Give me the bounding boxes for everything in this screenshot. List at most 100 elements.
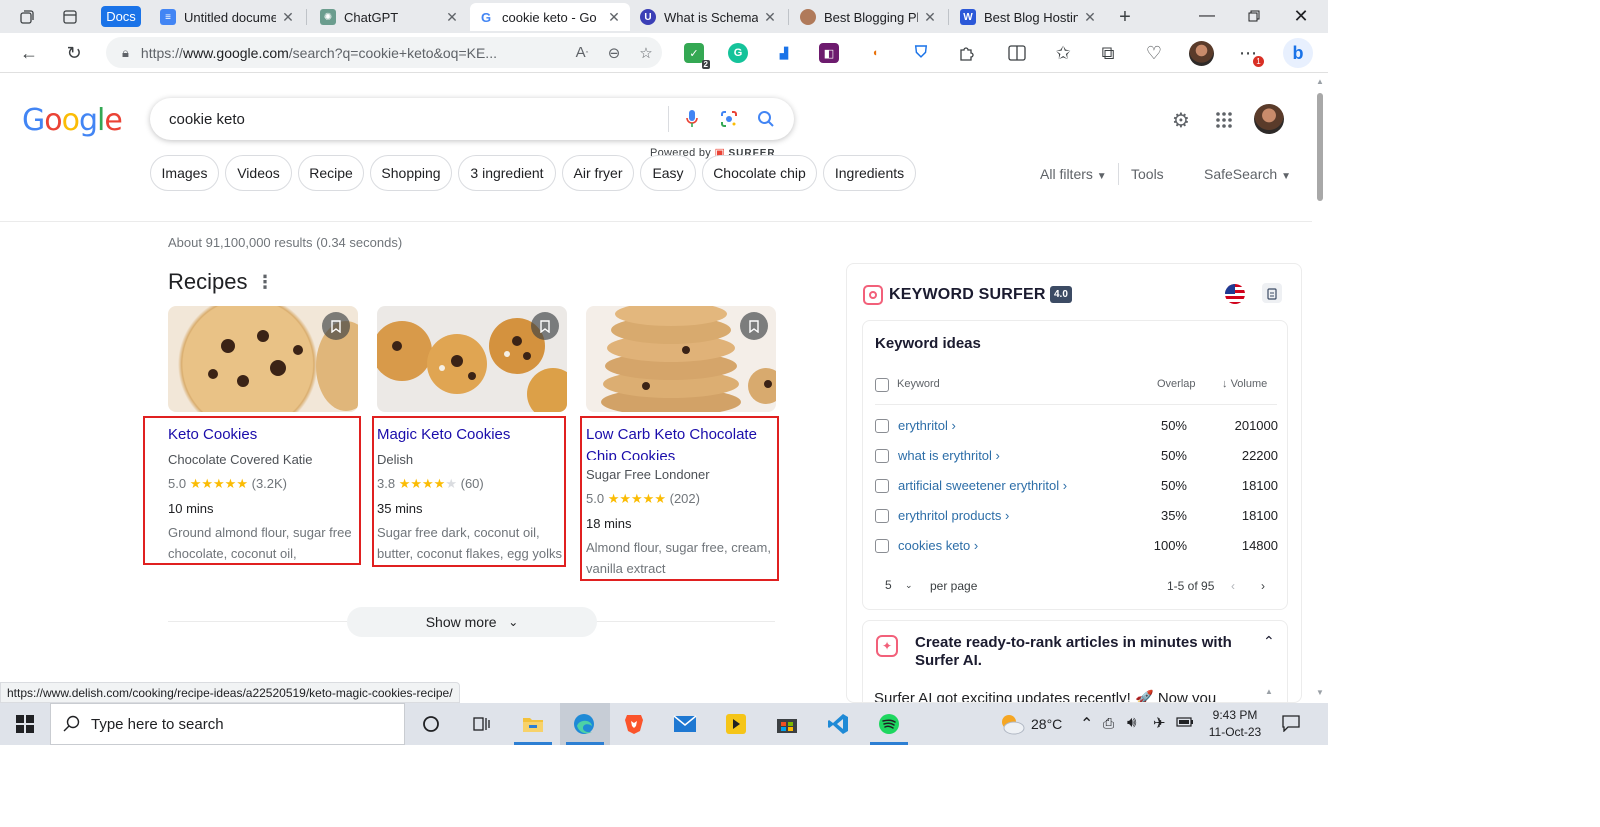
recipe-title-link[interactable]: Low Carb Keto Chocolate Chip Cookies	[586, 424, 757, 460]
close-window-icon[interactable]: ✕	[1278, 4, 1324, 28]
edge-browser-icon[interactable]	[572, 712, 596, 736]
page-scrollbar[interactable]: ▲ ▼	[1312, 73, 1328, 703]
back-icon[interactable]: ←	[17, 41, 41, 65]
meet-now-icon[interactable]: ⎙	[1103, 715, 1114, 732]
brave-browser-icon[interactable]	[622, 712, 646, 736]
workspaces-icon[interactable]	[14, 5, 40, 29]
keyword-link[interactable]: erythritol ›	[898, 418, 956, 433]
close-tab-icon[interactable]: ✕	[762, 9, 778, 26]
profile-avatar[interactable]	[1189, 41, 1214, 66]
row-checkbox[interactable]	[875, 539, 889, 553]
tab-google-search[interactable]: G cookie keto - Go ✕	[470, 3, 630, 31]
cortana-icon[interactable]	[419, 712, 443, 736]
tab-chatgpt[interactable]: ✺ ChatGPT ✕	[312, 3, 468, 31]
close-tab-icon[interactable]: ✕	[280, 9, 296, 26]
prev-page-icon[interactable]: ‹	[1231, 579, 1235, 593]
scrollbar-thumb[interactable]	[1317, 93, 1323, 201]
airplane-mode-icon[interactable]: ✈	[1153, 714, 1166, 732]
mail-icon[interactable]	[673, 712, 697, 736]
new-tab-icon[interactable]: +	[1112, 5, 1138, 29]
voice-search-icon[interactable]	[681, 108, 703, 130]
close-tab-icon[interactable]: ✕	[606, 9, 622, 26]
google-apps-icon[interactable]	[1212, 108, 1236, 132]
chip-easy[interactable]: Easy	[640, 155, 696, 191]
clipboard-icon[interactable]	[1262, 283, 1282, 303]
recipe-image-low-carb-cookies[interactable]	[586, 306, 776, 412]
keyword-link[interactable]: artificial sweetener erythritol ›	[898, 478, 1067, 493]
taskbar-search-input[interactable]: Type here to search	[50, 703, 405, 745]
temperature[interactable]: 28°C	[1031, 716, 1062, 732]
chip-shopping[interactable]: Shopping	[370, 155, 452, 191]
chevron-up-icon[interactable]: ⌃	[1263, 633, 1275, 650]
col-keyword-header[interactable]: Keyword	[897, 378, 940, 390]
tab-schema[interactable]: U What is Schema ✕	[632, 3, 786, 31]
settings-gear-icon[interactable]: ⚙	[1169, 108, 1193, 132]
refresh-icon[interactable]: ↻	[62, 41, 86, 65]
row-checkbox[interactable]	[875, 479, 889, 493]
search-icon[interactable]	[755, 108, 777, 130]
battery-icon[interactable]	[1176, 715, 1194, 731]
extension-orange-icon[interactable]: ◖	[865, 43, 885, 63]
save-bookmark-icon[interactable]	[322, 312, 350, 340]
show-more-button[interactable]: Show more ⌄	[347, 607, 597, 637]
read-aloud-icon[interactable]: Aꞈ	[566, 44, 598, 61]
save-bookmark-icon[interactable]	[740, 312, 768, 340]
safesearch-button[interactable]: SafeSearch ▼	[1204, 166, 1291, 182]
recipe-image-magic-keto-cookies[interactable]	[377, 306, 567, 412]
recipe-image-keto-cookies[interactable]	[168, 306, 358, 412]
us-flag-icon[interactable]	[1225, 284, 1245, 304]
taskbar-clock[interactable]: 9:43 PM 11-Oct-23	[1200, 707, 1270, 741]
tools-button[interactable]: Tools	[1131, 166, 1164, 182]
tab-best-blog-hosting[interactable]: W Best Blog Hostin ✕	[952, 3, 1106, 31]
minimize-icon[interactable]: —	[1184, 4, 1230, 28]
weather-icon[interactable]	[998, 712, 1026, 736]
zoom-out-icon[interactable]: ⊖	[598, 44, 630, 62]
google-account-avatar[interactable]	[1254, 104, 1284, 134]
favorites-icon[interactable]: ✩	[1051, 41, 1075, 65]
google-logo[interactable]: Google	[22, 103, 123, 138]
notifications-icon[interactable]	[1282, 714, 1300, 735]
tab-untitled-document[interactable]: ≡ Untitled docume ✕	[152, 3, 304, 31]
close-tab-icon[interactable]: ✕	[444, 9, 460, 26]
row-checkbox[interactable]	[875, 449, 889, 463]
tab-best-blogging[interactable]: Best Blogging Pl ✕	[792, 3, 946, 31]
recipe-title-link[interactable]: Keto Cookies	[168, 424, 257, 446]
restore-icon[interactable]	[1231, 4, 1277, 28]
microsoft-store-icon[interactable]	[775, 712, 799, 736]
next-page-icon[interactable]: ›	[1261, 579, 1265, 593]
bing-copilot-icon[interactable]: b	[1283, 38, 1313, 68]
tab-actions-icon[interactable]	[57, 5, 83, 29]
analytics-extension-icon[interactable]: ▟	[774, 43, 794, 63]
keyword-link[interactable]: erythritol products ›	[898, 508, 1009, 523]
col-overlap-header[interactable]: Overlap	[1157, 378, 1196, 390]
recipe-title-link[interactable]: Magic Keto Cookies	[377, 424, 510, 446]
plex-app-icon[interactable]	[724, 712, 748, 736]
chip-ingredients[interactable]: Ingredients	[823, 155, 916, 191]
vscode-icon[interactable]	[826, 712, 850, 736]
docs-group-badge[interactable]: Docs	[101, 6, 141, 27]
chip-air-fryer[interactable]: Air fryer	[562, 155, 634, 191]
split-screen-icon[interactable]	[1005, 41, 1029, 65]
volume-icon[interactable]: 🔊︎	[1127, 714, 1136, 731]
show-hidden-icons-chevron-icon[interactable]: ⌃	[1080, 714, 1093, 734]
favorite-star-icon[interactable]: ☆	[630, 44, 662, 62]
close-tab-icon[interactable]: ✕	[1082, 9, 1098, 26]
lens-search-icon[interactable]	[718, 108, 740, 130]
settings-more-icon[interactable]: ⋯ 1	[1236, 41, 1264, 67]
extension-shield-icon[interactable]: ✓ 2	[684, 43, 710, 69]
shield-extension-icon[interactable]: ⛉	[911, 43, 931, 63]
col-volume-header[interactable]: ↓ Volume	[1222, 378, 1267, 390]
all-filters-button[interactable]: All filters ▼	[1040, 166, 1107, 182]
chip-videos[interactable]: Videos	[225, 155, 292, 191]
file-explorer-icon[interactable]	[521, 712, 545, 736]
browser-essentials-icon[interactable]: ♡	[1142, 41, 1166, 65]
save-bookmark-icon[interactable]	[531, 312, 559, 340]
keyword-link[interactable]: cookies keto ›	[898, 538, 978, 553]
chip-3-ingredient[interactable]: 3 ingredient	[458, 155, 556, 191]
search-input[interactable]: cookie keto	[150, 98, 794, 140]
panel-scroll-up-icon[interactable]: ▲	[1265, 687, 1273, 696]
select-all-checkbox[interactable]	[875, 378, 889, 392]
task-view-icon[interactable]	[469, 712, 493, 736]
address-bar[interactable]: 🔒︎ https://www.google.com/search?q=cooki…	[106, 37, 662, 68]
keyword-link[interactable]: what is erythritol ›	[898, 448, 1000, 463]
